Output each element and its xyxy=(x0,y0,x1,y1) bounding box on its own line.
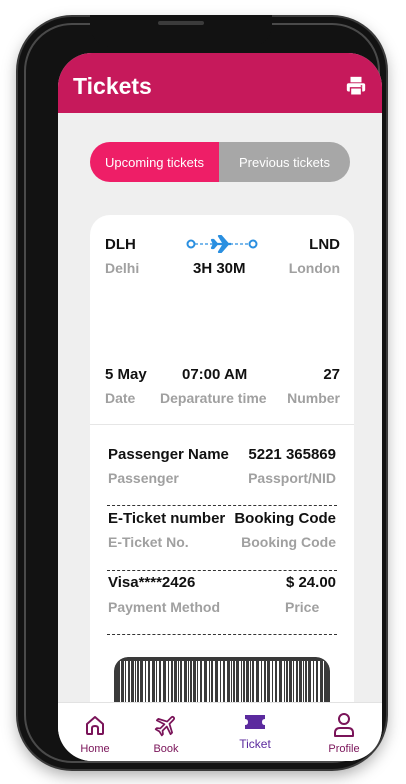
ticket-icon xyxy=(245,715,265,729)
destination-city: London xyxy=(288,260,340,276)
airplane-icon xyxy=(154,715,176,737)
flight-duration: 3H 30M xyxy=(193,260,246,277)
tab-upcoming-tickets[interactable]: Upcoming tickets xyxy=(90,142,219,182)
home-icon xyxy=(86,716,104,735)
departure-time-label: Deparature time xyxy=(160,390,267,406)
destination-code: LND xyxy=(309,236,340,253)
passenger-name-label: Passenger xyxy=(108,470,179,486)
payment-method-label: Payment Method xyxy=(108,599,221,615)
speaker-grill xyxy=(158,21,204,25)
passport-value: 5221 365869 xyxy=(248,446,336,463)
origin-code: DLH xyxy=(105,236,136,253)
nav-book[interactable]: Book xyxy=(136,703,196,761)
origin-city: Delhi xyxy=(105,260,140,276)
print-icon[interactable] xyxy=(345,75,367,97)
ticket-card: DLH Delhi LND London 3H 30M 5 May Date 0… xyxy=(90,215,354,761)
booking-code-label: Booking Code xyxy=(241,534,336,550)
eticket-label: E-Ticket No. xyxy=(108,534,189,550)
user-icon xyxy=(334,713,354,737)
nav-ticket[interactable]: Ticket xyxy=(225,703,285,761)
passenger-name-value: Passenger Name xyxy=(108,446,229,463)
dashed-divider xyxy=(107,634,337,635)
flight-route-icon xyxy=(186,235,258,253)
nav-home-label: Home xyxy=(80,743,110,755)
app-screen: Tickets Upcoming tickets Previous ticket… xyxy=(58,53,382,761)
eticket-value: E-Ticket number xyxy=(108,510,226,527)
dashed-divider xyxy=(107,570,337,571)
departure-time-value: 07:00 AM xyxy=(182,366,248,383)
booking-code-value: Booking Code xyxy=(234,510,336,527)
date-value: 5 May xyxy=(105,366,147,383)
nav-profile[interactable]: Profile xyxy=(314,703,374,761)
seat-number-label: Number xyxy=(287,390,340,406)
ticket-type-toggle: Upcoming tickets Previous tickets xyxy=(90,142,350,182)
nav-ticket-label: Ticket xyxy=(239,737,271,751)
price-label: Price xyxy=(285,599,320,615)
section-divider xyxy=(90,424,354,425)
date-label: Date xyxy=(105,390,136,406)
price-value: $ 24.00 xyxy=(285,574,336,591)
phone-frame: Tickets Upcoming tickets Previous ticket… xyxy=(18,15,386,769)
nav-home[interactable]: Home xyxy=(65,703,125,761)
bottom-navigation: Home Book Ticket Profile xyxy=(58,702,382,761)
payment-method-value: Visa****2426 xyxy=(108,574,196,591)
tab-previous-tickets[interactable]: Previous tickets xyxy=(219,142,350,182)
passport-label: Passport/NID xyxy=(248,470,336,486)
page-title: Tickets xyxy=(73,73,152,99)
phone-notch xyxy=(90,15,272,47)
seat-number-value: 27 xyxy=(323,366,340,383)
nav-book-label: Book xyxy=(153,743,179,755)
nav-profile-label: Profile xyxy=(328,743,360,755)
dashed-divider xyxy=(107,505,337,506)
app-header: Tickets xyxy=(58,53,382,113)
